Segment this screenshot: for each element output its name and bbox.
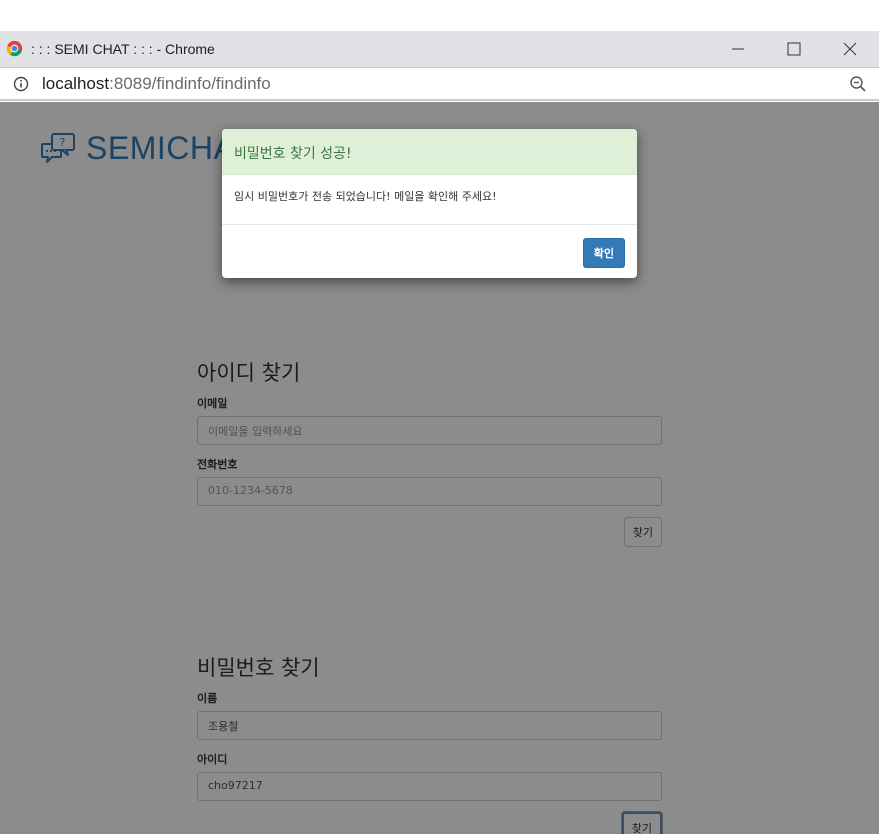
minimize-button[interactable] [710,31,766,67]
maximize-icon [787,42,801,56]
close-button[interactable] [822,31,878,67]
maximize-button[interactable] [766,31,822,67]
window-title: : : : SEMI CHAT : : : - Chrome [31,41,215,57]
url-text[interactable]: localhost:8089/findinfo/findinfo [42,74,271,94]
modal-title: 비밀번호 찾기 성공! [234,146,352,162]
zoom-out-icon[interactable] [849,75,867,93]
modal-footer: 확인 [222,225,637,278]
success-modal: 비밀번호 찾기 성공! 임시 비밀번호가 전송 되었습니다! 메일을 확인해 주… [222,129,637,278]
info-icon[interactable] [13,76,29,92]
minimize-icon [732,48,744,50]
page-content: ? SEMICHAT 아이디 찾기 이메일 이메일을 입력하세요 전화번호 01… [0,102,879,834]
confirm-button[interactable]: 확인 [582,238,625,268]
modal-message: 임시 비밀번호가 전송 되었습니다! 메일을 확인해 주세요! [222,175,637,225]
url-path: :8089/findinfo/findinfo [109,74,271,93]
address-bar[interactable]: localhost:8089/findinfo/findinfo [0,68,879,101]
browser-titlebar: : : : SEMI CHAT : : : - Chrome [0,31,879,68]
close-icon [843,42,857,56]
url-host: localhost [42,74,110,93]
modal-header: 비밀번호 찾기 성공! [222,129,637,175]
chrome-logo-icon [6,40,23,57]
